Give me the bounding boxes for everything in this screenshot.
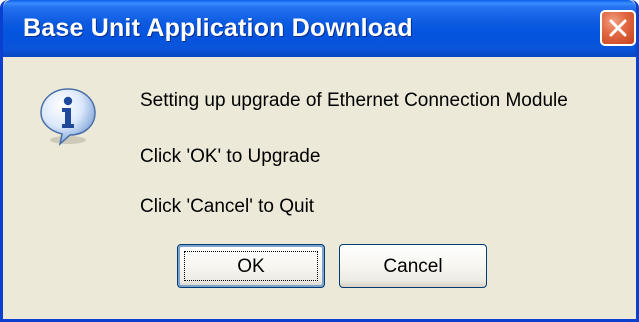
cancel-button-label: Cancel xyxy=(383,256,443,277)
cancel-button[interactable]: Cancel xyxy=(339,244,487,288)
dialog-window: Base Unit Application Download Setting u… xyxy=(0,0,639,322)
ok-button-label: OK xyxy=(237,256,265,277)
message-setup: Setting up upgrade of Ethernet Connectio… xyxy=(140,90,568,111)
info-icon xyxy=(40,88,96,146)
title-bar[interactable]: Base Unit Application Download xyxy=(3,0,636,57)
message-ok-instruction: Click 'OK' to Upgrade xyxy=(140,146,321,167)
ok-button[interactable]: OK xyxy=(177,244,325,288)
message-cancel-instruction: Click 'Cancel' to Quit xyxy=(140,196,315,217)
dialog-title: Base Unit Application Download xyxy=(23,14,413,42)
close-button[interactable] xyxy=(600,10,636,46)
close-icon xyxy=(609,19,627,37)
